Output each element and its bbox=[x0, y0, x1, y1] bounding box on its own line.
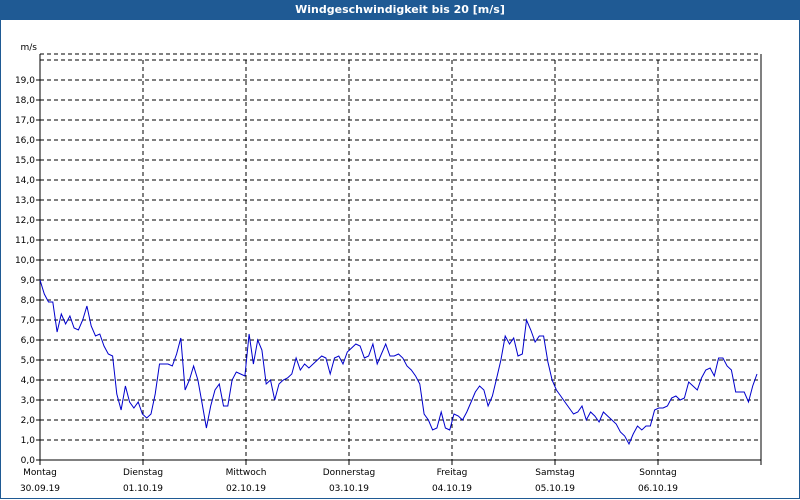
chart-title: Windgeschwindigkeit bis 20 [m/s] bbox=[0, 0, 800, 20]
grid-lines bbox=[40, 53, 761, 460]
y-tick-label: 15,0 bbox=[15, 156, 35, 166]
y-tick-label: 17,0 bbox=[15, 116, 35, 126]
y-tick-label: 12,0 bbox=[15, 216, 35, 226]
x-tick-label-date: 05.10.19 bbox=[535, 484, 575, 494]
y-tick-label: 9,0 bbox=[21, 276, 36, 286]
y-tick-label: 6,0 bbox=[21, 336, 36, 346]
x-tick-label-date: 03.10.19 bbox=[329, 484, 369, 494]
x-tick-label-date: 02.10.19 bbox=[226, 484, 266, 494]
x-tick-label-date: 04.10.19 bbox=[432, 484, 472, 494]
x-tick-label-day: Freitag bbox=[437, 468, 468, 478]
y-tick-label: 13,0 bbox=[15, 196, 35, 206]
y-tick-label: 4,0 bbox=[21, 376, 36, 386]
y-tick-label: 14,0 bbox=[15, 176, 35, 186]
x-tick-label-day: Dienstag bbox=[123, 468, 163, 478]
wind-speed-series-line bbox=[39, 279, 758, 446]
series-layer bbox=[39, 279, 758, 446]
y-tick-label: 19,0 bbox=[15, 76, 35, 86]
y-tick-label: 16,0 bbox=[15, 136, 35, 146]
y-tick-label: 18,0 bbox=[15, 96, 35, 106]
y-tick-label: 11,0 bbox=[15, 236, 35, 246]
x-tick-label-date: 01.10.19 bbox=[123, 484, 163, 494]
wind-speed-chart: 0,0 1,0 2,0 3,0 4,0 5,0 6,0 7,0 8,0 9,0 10,0 11,0 12… bbox=[15, 43, 762, 494]
y-tick-label: 10,0 bbox=[15, 256, 35, 266]
y-tick-label: 5,0 bbox=[21, 356, 36, 366]
x-tick-label-date: 30.09.19 bbox=[20, 484, 60, 494]
y-tick-label: 8,0 bbox=[21, 296, 36, 306]
y-tick-label: 7,0 bbox=[21, 316, 36, 326]
y-axis-unit-label: m/s bbox=[21, 43, 38, 53]
x-tick-label-day: Donnerstag bbox=[323, 468, 376, 478]
x-tick-label-day: Montag bbox=[23, 468, 57, 478]
x-tick-label-day: Mittwoch bbox=[226, 468, 267, 478]
x-axis-tick-labels: Montag 30.09.19 Dienstag 01.10.19 Mittwoch 02… bbox=[20, 468, 678, 494]
x-tick-label-date: 06.10.19 bbox=[638, 484, 678, 494]
y-tick-label: 3,0 bbox=[21, 396, 36, 406]
x-tick-label-day: Sonntag bbox=[639, 468, 676, 478]
y-tick-label: 0,0 bbox=[21, 456, 36, 466]
y-axis-tick-labels: 0,0 1,0 2,0 3,0 4,0 5,0 6,0 7,0 8,0 9,0 10,0 11,0 12… bbox=[15, 76, 35, 466]
y-tick-label: 2,0 bbox=[21, 416, 36, 426]
x-tick-label-day: Samstag bbox=[535, 468, 574, 478]
y-tick-label: 1,0 bbox=[21, 436, 36, 446]
